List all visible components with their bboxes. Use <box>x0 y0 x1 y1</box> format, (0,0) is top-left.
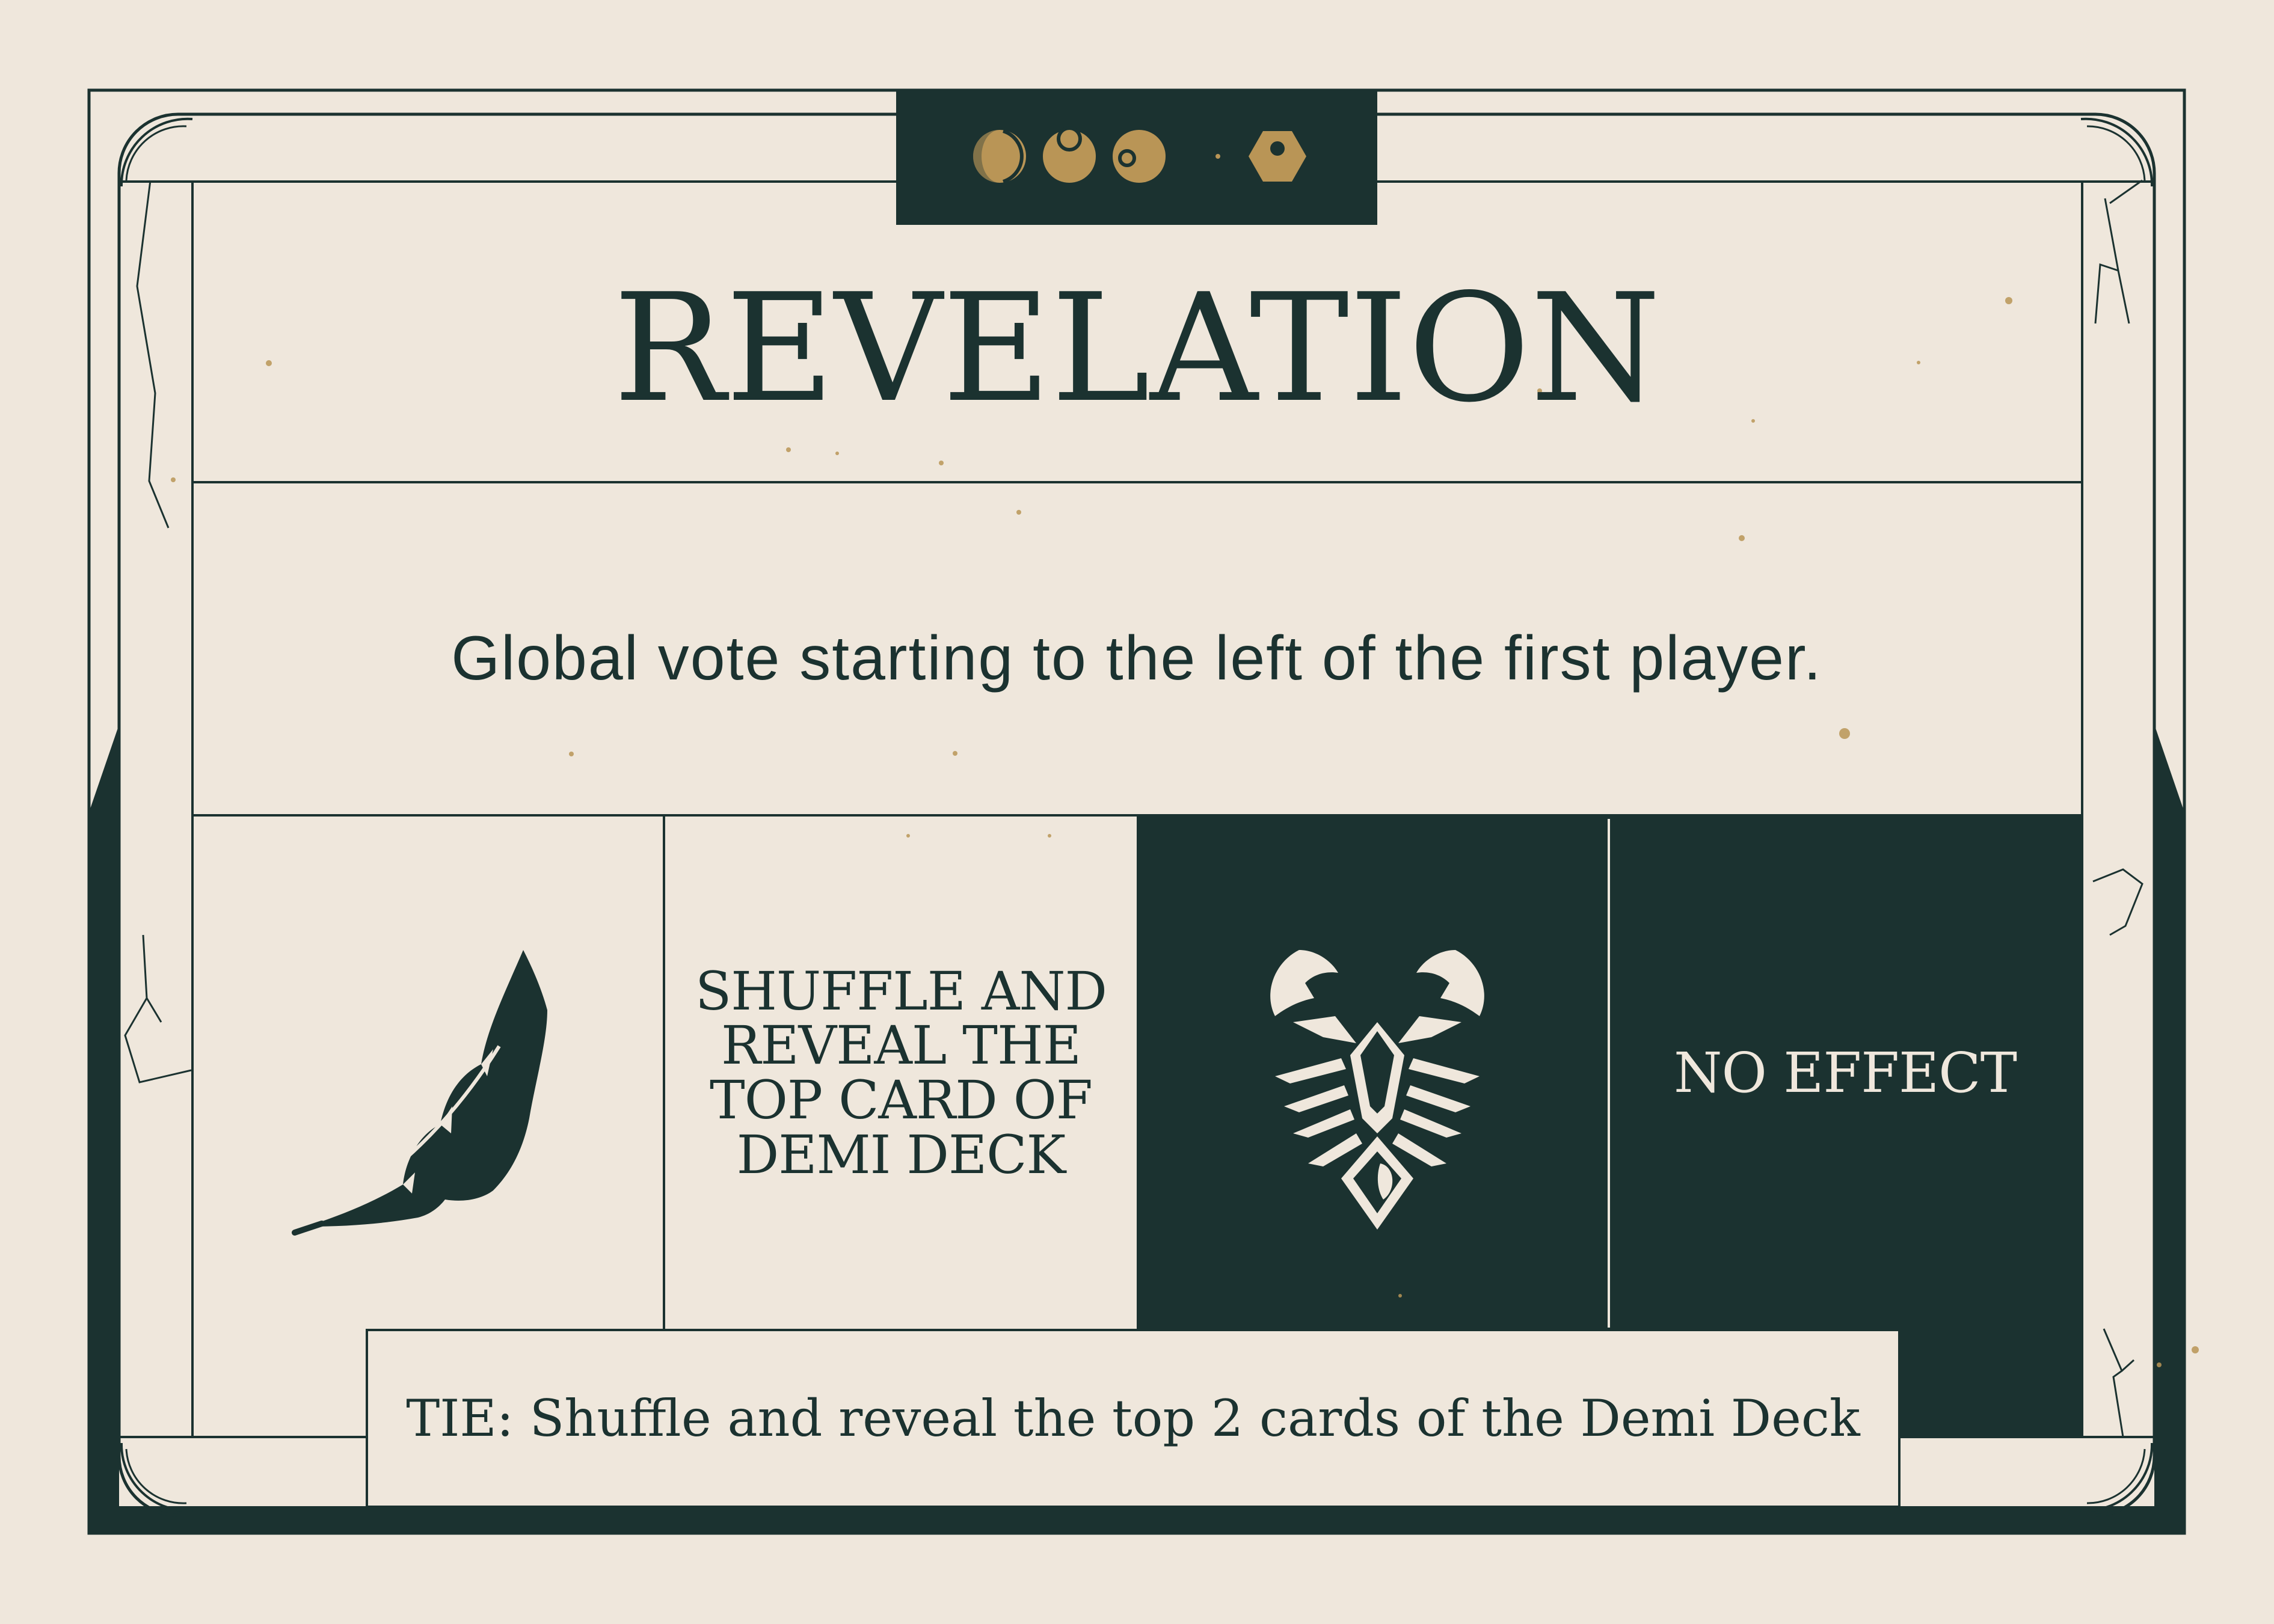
hexagon-token-icon <box>1249 131 1306 182</box>
effect-shuffle-reveal: SHUFFLE AND REVEAL THE TOP CARD OF DEMI … <box>695 960 1107 1186</box>
header-phase-icons <box>968 123 1311 189</box>
full-moon-icon <box>1113 130 1166 183</box>
revelation-card: REVELATION Global vote starting to the l… <box>0 0 2274 1624</box>
feather-icon <box>283 926 571 1263</box>
rule-text: Global vote starting to the left of the … <box>451 623 1822 693</box>
card-title: REVELATION <box>613 262 1661 435</box>
waxing-moon-icon <box>973 129 1026 183</box>
scorpion-icon <box>1257 926 1498 1251</box>
moon-phase-icon <box>1043 126 1096 183</box>
tie-rule: TIE: Shuffle and reveal the top 2 cards … <box>406 1389 1860 1448</box>
effect-no-effect: NO EFFECT <box>1674 1040 2017 1105</box>
